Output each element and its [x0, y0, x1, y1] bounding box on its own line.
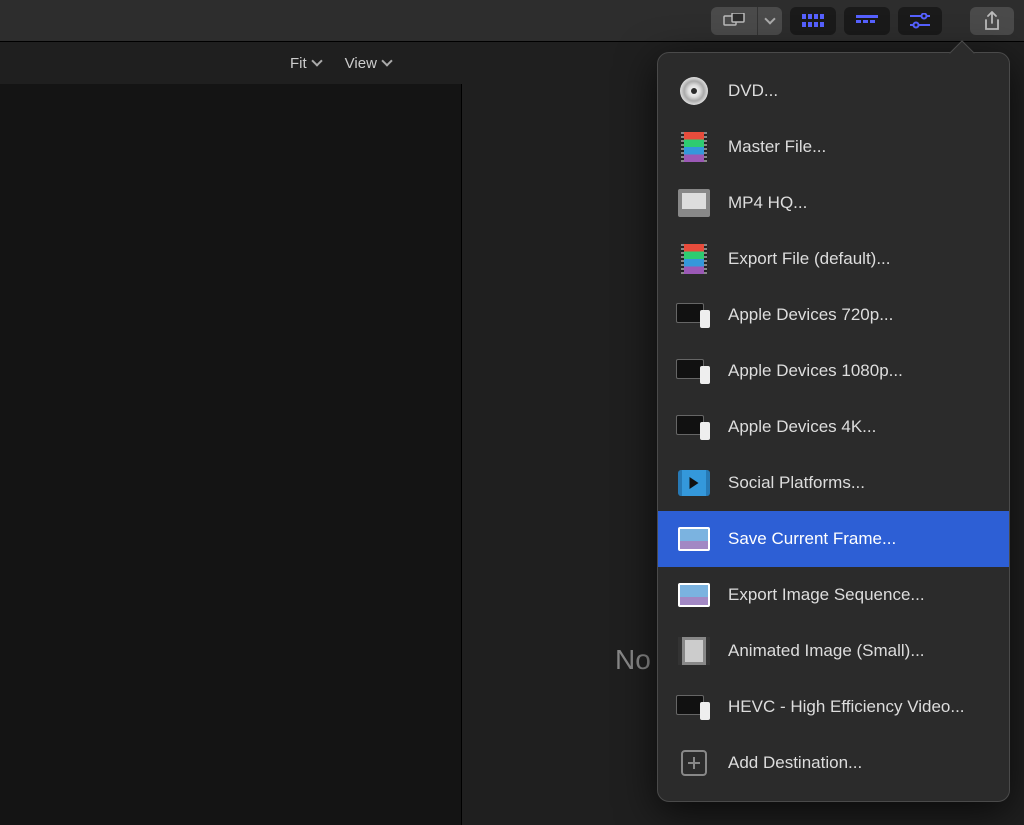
- share-menu-item-label: HEVC - High Efficiency Video...: [728, 697, 965, 717]
- chevron-down-icon: [311, 55, 322, 66]
- top-toolbar: [0, 0, 1024, 42]
- image-frame-icon: [678, 583, 710, 607]
- share-menu-item[interactable]: Add Destination...: [658, 735, 1009, 791]
- browser-panel: [0, 84, 462, 825]
- viewer-placeholder-text: No: [615, 644, 651, 676]
- apple-devices-icon: [676, 359, 712, 383]
- share-menu-item-label: Social Platforms...: [728, 473, 865, 493]
- dvd-icon: [680, 77, 708, 105]
- fit-label: Fit: [290, 55, 307, 72]
- chevron-down-icon: [764, 13, 775, 24]
- share-menu-item-label: Export Image Sequence...: [728, 585, 925, 605]
- share-menu-item[interactable]: Apple Devices 1080p...: [658, 343, 1009, 399]
- social-platforms-icon: [678, 470, 710, 496]
- inspector-button[interactable]: [898, 7, 942, 35]
- share-menu-item-label: Save Current Frame...: [728, 529, 896, 549]
- share-menu-item-label: Export File (default)...: [728, 249, 891, 269]
- share-menu-item[interactable]: Apple Devices 4K...: [658, 399, 1009, 455]
- view-label: View: [345, 55, 377, 72]
- share-icon: [984, 11, 1000, 31]
- grid-icon: [802, 14, 824, 28]
- fit-dropdown[interactable]: Fit: [290, 55, 321, 72]
- share-menu-item[interactable]: Animated Image (Small)...: [658, 623, 1009, 679]
- share-menu-item-label: Apple Devices 720p...: [728, 305, 893, 325]
- share-menu-item[interactable]: MP4 HQ...: [658, 175, 1009, 231]
- share-menu-item-label: MP4 HQ...: [728, 193, 807, 213]
- share-menu-item[interactable]: HEVC - High Efficiency Video...: [658, 679, 1009, 735]
- plus-icon: [681, 750, 707, 776]
- share-menu-item-label: DVD...: [728, 81, 778, 101]
- share-menu-item[interactable]: Save Current Frame...: [658, 511, 1009, 567]
- timeline-icon: [856, 15, 878, 27]
- share-menu-item[interactable]: Export File (default)...: [658, 231, 1009, 287]
- share-menu-item[interactable]: Apple Devices 720p...: [658, 287, 1009, 343]
- share-menu-item-label: Apple Devices 4K...: [728, 417, 876, 437]
- displays-icon: [723, 13, 745, 29]
- display-mode-dropdown-button[interactable]: [758, 7, 782, 35]
- animated-image-icon: [678, 637, 710, 665]
- list-view-button[interactable]: [844, 7, 890, 35]
- filmstrip-icon: [681, 132, 707, 162]
- chevron-down-icon: [381, 55, 392, 66]
- share-menu-item-label: Animated Image (Small)...: [728, 641, 925, 661]
- share-menu-item-label: Master File...: [728, 137, 826, 157]
- apple-devices-icon: [676, 303, 712, 327]
- apple-devices-icon: [676, 695, 712, 719]
- share-menu-item[interactable]: DVD...: [658, 63, 1009, 119]
- display-mode-group: [711, 7, 782, 35]
- image-frame-icon: [678, 527, 710, 551]
- share-menu-item[interactable]: Master File...: [658, 119, 1009, 175]
- share-popover: DVD... Master File... MP4 HQ... Export File…: [657, 52, 1010, 802]
- share-menu-item-label: Add Destination...: [728, 753, 862, 773]
- filmstrip-icon: [681, 244, 707, 274]
- view-dropdown[interactable]: View: [345, 55, 391, 72]
- share-button[interactable]: [970, 7, 1014, 35]
- thumbnail-view-button[interactable]: [790, 7, 836, 35]
- display-mode-button[interactable]: [711, 7, 758, 35]
- video-file-icon: [678, 189, 710, 217]
- sliders-icon: [910, 13, 930, 29]
- apple-devices-icon: [676, 415, 712, 439]
- share-menu-item[interactable]: Export Image Sequence...: [658, 567, 1009, 623]
- share-menu-item[interactable]: Social Platforms...: [658, 455, 1009, 511]
- share-menu-item-label: Apple Devices 1080p...: [728, 361, 903, 381]
